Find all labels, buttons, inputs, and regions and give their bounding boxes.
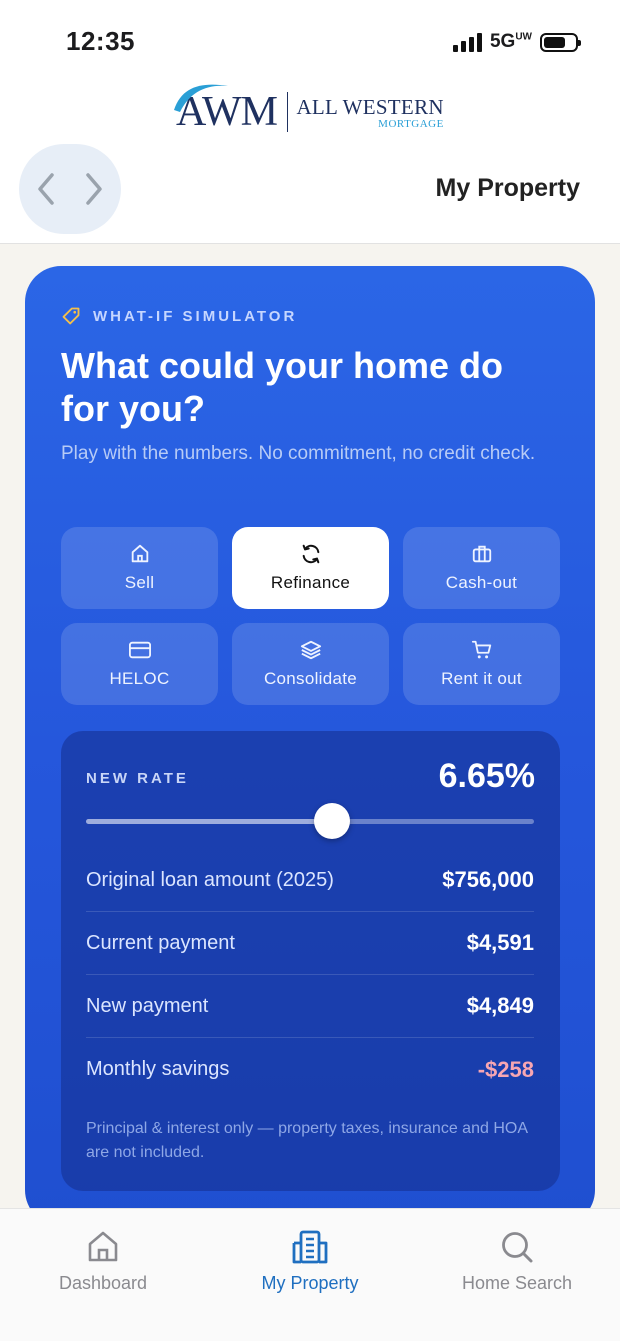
- tab-label: Dashboard: [58, 1273, 148, 1293]
- page-title: My Property: [435, 174, 580, 202]
- row-new-payment: New payment $4,849: [86, 975, 534, 1038]
- option-label: Refinance: [270, 573, 351, 592]
- home-icon: [88, 1231, 118, 1262]
- row-value: $4,849: [466, 993, 534, 1018]
- option-label: HELOC: [109, 669, 170, 688]
- simulator-eyebrow: WHAT-IF SIMULATOR: [61, 306, 297, 326]
- option-refinance[interactable]: Refinance: [232, 527, 389, 609]
- payment-summary: Original loan amount (2025) $756,000 Cur…: [86, 849, 534, 1101]
- option-cash-out[interactable]: Cash-out: [403, 527, 560, 609]
- chevron-left-icon: [38, 173, 54, 205]
- row-value: -$258: [477, 1056, 534, 1082]
- tab-label: My Property: [261, 1273, 359, 1293]
- refinance-panel: NEW RATE 6.65% Original loan amount (202…: [61, 731, 560, 1191]
- back-button[interactable]: [33, 170, 59, 213]
- simulator-title: What could your home do for you?: [61, 345, 503, 429]
- option-label: Rent it out: [441, 669, 522, 688]
- building-icon: [292, 1230, 328, 1264]
- battery-icon: [540, 32, 581, 52]
- credit-card-icon: [128, 641, 151, 659]
- rate-value: 6.65%: [438, 757, 535, 795]
- app-header: AWM ALL WESTERN MORTGAGE My Property: [0, 80, 620, 244]
- option-heloc[interactable]: HELOC: [61, 623, 218, 705]
- status-time: 12:35: [66, 26, 135, 56]
- option-sell[interactable]: Sell: [61, 527, 218, 609]
- row-label: Current payment: [86, 931, 235, 954]
- rate-label: NEW RATE: [86, 770, 189, 787]
- logo-swoosh-icon: [174, 84, 228, 112]
- rate-slider-thumb[interactable]: [314, 803, 351, 839]
- cart-icon: [471, 640, 491, 659]
- row-value: $756,000: [442, 867, 534, 892]
- tab-home-search[interactable]: Home Search: [414, 1229, 620, 1294]
- scenario-options: Sell Refinance Cash-out HELOC Consolidat…: [61, 527, 560, 705]
- tab-label: Home Search: [461, 1273, 573, 1293]
- briefcase-icon: [472, 545, 491, 563]
- tag-icon: [62, 307, 80, 325]
- refresh-icon: [302, 544, 319, 564]
- option-rent-it-out[interactable]: Rent it out: [403, 623, 560, 705]
- row-value: $4,591: [466, 930, 534, 955]
- row-label: New payment: [86, 994, 209, 1017]
- signal-icon: [452, 32, 482, 52]
- logo-line1: ALL WESTERN: [296, 94, 444, 119]
- row-current-payment: Current payment $4,591: [86, 912, 534, 975]
- eyebrow-label: WHAT-IF SIMULATOR: [93, 307, 298, 325]
- logo-divider: [286, 92, 289, 132]
- disclaimer: Principal & interest only — property tax…: [86, 1120, 528, 1161]
- chevron-right-icon: [86, 173, 102, 205]
- status-indicators: 5GUW: [452, 30, 581, 54]
- logo-wordmark: ALL WESTERN MORTGAGE: [296, 95, 443, 130]
- tab-my-property[interactable]: My Property: [207, 1229, 413, 1294]
- layers-icon: [300, 640, 321, 660]
- logo-mark: AWM: [174, 84, 278, 136]
- what-if-simulator-card: WHAT-IF SIMULATOR What could your home d…: [25, 266, 595, 1226]
- home-icon: [131, 544, 148, 563]
- tab-dashboard[interactable]: Dashboard: [0, 1229, 206, 1294]
- forward-button[interactable]: [81, 170, 107, 213]
- network-label: 5GUW: [489, 31, 532, 52]
- option-consolidate[interactable]: Consolidate: [232, 623, 389, 705]
- option-label: Cash-out: [445, 573, 518, 592]
- nav-buttons: [19, 144, 121, 234]
- option-label: Sell: [124, 573, 155, 592]
- row-label: Monthly savings: [86, 1058, 230, 1080]
- status-bar: 12:35 5GUW: [0, 0, 620, 80]
- bottom-tab-bar: Dashboard My Property Home Search: [0, 1208, 620, 1341]
- row-monthly-savings: Monthly savings -$258: [86, 1038, 534, 1101]
- company-logo: AWM ALL WESTERN MORTGAGE: [174, 84, 444, 136]
- search-icon: [502, 1232, 533, 1263]
- rate-slider[interactable]: [86, 803, 534, 839]
- row-original-loan: Original loan amount (2025) $756,000: [86, 849, 534, 912]
- rate-slider-fill: [86, 819, 333, 824]
- logo-line2: MORTGAGE: [378, 117, 444, 130]
- row-label: Original loan amount (2025): [86, 868, 334, 891]
- simulator-subtitle: Play with the numbers. No commitment, no…: [61, 443, 536, 464]
- option-label: Consolidate: [263, 669, 358, 688]
